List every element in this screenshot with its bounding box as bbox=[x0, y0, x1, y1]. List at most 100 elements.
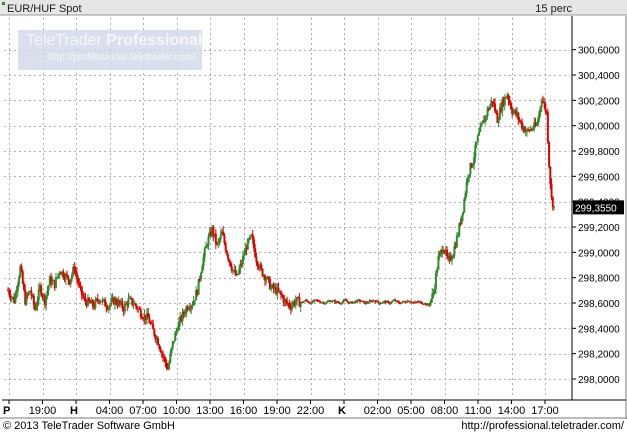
candle-body bbox=[305, 299, 308, 301]
candle-body bbox=[455, 235, 458, 248]
candle-body bbox=[96, 298, 99, 301]
candle-body bbox=[398, 301, 401, 304]
y-tick-label: 298,0000 bbox=[578, 375, 620, 386]
candle-body bbox=[88, 297, 91, 302]
candle-body bbox=[121, 301, 124, 309]
x-tick-label: 13:00 bbox=[196, 405, 224, 417]
candle-body bbox=[465, 181, 468, 194]
x-axis-ticks: P 19:00 H 04:00 07:00 10:00 13:00 16:00 19:00 22:… bbox=[3, 400, 559, 417]
x-tick-label: 10:00 bbox=[163, 405, 191, 417]
candle-body bbox=[345, 299, 348, 302]
x-tick-label: 16:00 bbox=[230, 405, 258, 417]
candle-body bbox=[171, 341, 174, 348]
watermark-logo: TeleTrader Professional http://professio… bbox=[18, 30, 202, 70]
candle-body bbox=[248, 238, 251, 240]
y-axis-ticks: 298,0000 298,2000 298,4000 298,6000 298,8000… bbox=[572, 46, 620, 386]
candle-body bbox=[67, 275, 70, 281]
candle-body bbox=[57, 273, 60, 278]
candle-body bbox=[463, 199, 466, 213]
candle-body bbox=[553, 205, 555, 208]
candle-body bbox=[358, 299, 361, 302]
candle-body bbox=[115, 299, 118, 304]
candle-body bbox=[83, 296, 86, 299]
watermark-brand: TeleTrader Professional bbox=[26, 32, 202, 50]
candle-body bbox=[254, 248, 257, 257]
candle-body bbox=[400, 302, 403, 304]
y-tick-label: 299,8000 bbox=[578, 147, 620, 158]
candle-body bbox=[286, 301, 289, 304]
candle-body bbox=[433, 288, 436, 294]
chart-window: EUR/HUF Spot 15 perc 298,0000 298,2000 298… bbox=[0, 0, 627, 436]
candle-body bbox=[46, 290, 49, 296]
y-tick-label: 299,6000 bbox=[578, 172, 620, 183]
candle-body bbox=[479, 126, 482, 133]
candle-body bbox=[203, 248, 206, 257]
candle-body bbox=[214, 233, 217, 244]
candle-body bbox=[54, 277, 57, 288]
candle-body bbox=[56, 277, 59, 279]
x-tick-label: 07:00 bbox=[129, 405, 157, 417]
footer-url: http://professional.teletrader.com/ bbox=[461, 420, 624, 432]
candle-body bbox=[241, 256, 244, 264]
candle-body bbox=[14, 293, 17, 303]
candle-body bbox=[509, 102, 512, 109]
y-tick-label: 298,6000 bbox=[578, 299, 620, 310]
candle-body bbox=[79, 285, 82, 287]
x-tick-label: 22:00 bbox=[297, 405, 325, 417]
candle-body bbox=[261, 268, 264, 277]
candle-body bbox=[177, 321, 180, 331]
candle-body bbox=[78, 283, 81, 286]
candle-body bbox=[94, 299, 97, 308]
candle-body bbox=[62, 271, 65, 278]
candle-body bbox=[164, 357, 167, 363]
candle-body bbox=[45, 295, 48, 305]
candle-body bbox=[277, 287, 280, 292]
candle-body bbox=[405, 302, 408, 304]
candle-body bbox=[123, 303, 126, 312]
x-tick-label: K bbox=[338, 405, 346, 417]
candle-body bbox=[281, 294, 284, 297]
candle-body bbox=[474, 145, 477, 158]
candle-body bbox=[207, 236, 210, 246]
candle-body bbox=[134, 303, 137, 307]
footer: © 2013 TeleTrader Software GmbH http://p… bbox=[0, 419, 627, 436]
candle-body bbox=[537, 119, 540, 125]
candle-body bbox=[198, 278, 201, 280]
candle-body bbox=[432, 293, 435, 295]
candle-body bbox=[450, 258, 453, 261]
candle-body bbox=[236, 273, 239, 275]
candle-body bbox=[477, 132, 480, 136]
candle-body bbox=[491, 101, 494, 103]
candle-body bbox=[165, 362, 168, 368]
candle-body bbox=[200, 272, 203, 279]
candle-body bbox=[453, 246, 456, 256]
candle-body bbox=[280, 291, 282, 295]
candle-body bbox=[73, 266, 76, 271]
candle-body bbox=[340, 303, 343, 305]
candle-body bbox=[229, 261, 232, 267]
candle-body bbox=[391, 300, 394, 302]
candle-body bbox=[315, 299, 318, 301]
candle-body bbox=[473, 157, 476, 165]
candle-body bbox=[430, 299, 433, 304]
candle-body bbox=[492, 102, 495, 104]
series-color-marker bbox=[2, 2, 5, 5]
candle-body bbox=[160, 352, 163, 354]
candle-body bbox=[223, 235, 226, 244]
candle-body bbox=[517, 112, 520, 120]
candle-body bbox=[20, 265, 23, 272]
candle-body bbox=[147, 313, 150, 318]
candle-body bbox=[288, 303, 291, 307]
last-price-marker: 299,3550 bbox=[573, 200, 624, 215]
candle-body bbox=[8, 290, 11, 295]
candle-body bbox=[224, 243, 227, 251]
candle-body bbox=[532, 128, 535, 130]
candle-body bbox=[91, 300, 94, 306]
candle-body bbox=[157, 338, 160, 345]
candle-body bbox=[36, 300, 39, 307]
candle-body bbox=[132, 304, 135, 306]
candle-body bbox=[153, 329, 156, 336]
candle-body bbox=[303, 301, 306, 303]
candle-body bbox=[524, 131, 527, 133]
candle-body bbox=[497, 119, 500, 123]
